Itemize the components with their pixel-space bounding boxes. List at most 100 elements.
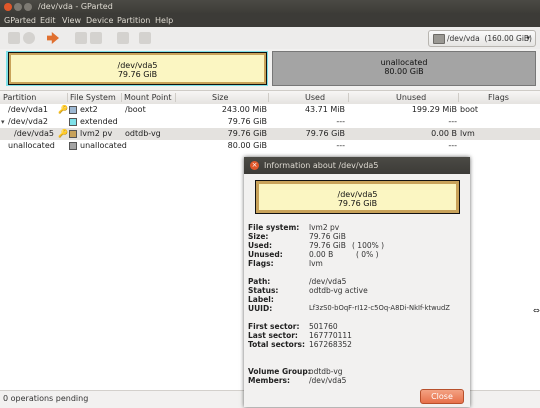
value-last-sector: 167770111 (309, 331, 352, 340)
label-first-sector: First sector: (248, 322, 300, 331)
col-filesystem[interactable]: File System (70, 91, 116, 104)
cell-used: --- (336, 141, 345, 150)
window-minimize-icon[interactable] (14, 3, 22, 11)
cell-partition: /dev/vda2 (8, 117, 48, 126)
undo-icon[interactable] (117, 32, 129, 44)
label-unused: Unused: (248, 250, 283, 259)
dialog-partition-name: /dev/vda5 (337, 190, 378, 199)
cell-size: 79.76 GiB (227, 129, 267, 138)
diskmap-partition-name: /dev/vda5 (117, 61, 158, 70)
window-maximize-icon[interactable] (24, 3, 32, 11)
cell-unused: 199.29 MiB (411, 105, 457, 114)
col-mountpoint[interactable]: Mount Point (124, 91, 171, 104)
cell-size: 80.00 GiB (227, 141, 267, 150)
fs-color-swatch (69, 118, 77, 126)
diskmap-unallocated-size: 80.00 GiB (384, 67, 424, 76)
device-name: /dev/vda (447, 34, 480, 43)
value-members: /dev/vda5 (309, 376, 347, 385)
cell-filesystem: extended (80, 117, 118, 126)
cell-filesystem: lvm2 pv (80, 129, 113, 138)
new-icon[interactable] (8, 32, 20, 44)
diskmap-unallocated[interactable]: unallocated 80.00 GiB (272, 51, 536, 86)
cell-used: 43.71 MiB (304, 105, 345, 114)
value-status: odtdb-vg active (309, 286, 368, 295)
value-volume-group: odtdb-vg (309, 367, 343, 376)
cell-used: --- (336, 117, 345, 126)
dialog-titlebar: × Information about /dev/vda5 (244, 157, 470, 174)
value-used: 79.76 GiB (309, 241, 346, 250)
table-row[interactable]: unallocated unallocated 80.00 GiB --- --… (0, 140, 540, 152)
col-partition[interactable]: Partition (3, 91, 36, 104)
cell-unused: --- (448, 117, 457, 126)
value-unused: 0.00 B (309, 250, 334, 259)
cell-flags: lvm (460, 129, 475, 138)
chevron-down-icon: ▾ (526, 34, 530, 42)
label-last-sector: Last sector: (248, 331, 298, 340)
table-row-selected[interactable]: /dev/vda5 🔑 lvm2 pv odtdb-vg 79.76 GiB 7… (0, 128, 540, 140)
menu-gparted[interactable]: GParted (4, 14, 36, 27)
table-row[interactable]: ▾ /dev/vda2 extended 79.76 GiB --- --- (0, 116, 540, 128)
value-total-sectors: 167268352 (309, 340, 352, 349)
cell-mountpoint: /boot (125, 105, 146, 114)
menu-help[interactable]: Help (155, 14, 173, 27)
fs-color-swatch (69, 106, 77, 114)
dialog-close-icon[interactable]: × (250, 161, 259, 170)
value-size: 79.76 GiB (309, 232, 346, 241)
menubar: GParted Edit View Device Partition Help (0, 14, 540, 27)
dialog-title: Information about /dev/vda5 (264, 161, 379, 170)
device-selector[interactable]: /dev/vda (160.00 GiB) ▾ (428, 30, 536, 47)
dialog-partition-graphic: /dev/vda5 79.76 GiB (255, 180, 460, 214)
fs-color-swatch (69, 142, 77, 150)
value-first-sector: 501760 (309, 322, 338, 331)
menu-view[interactable]: View (62, 14, 81, 27)
dialog-partition-size: 79.76 GiB (337, 199, 378, 208)
cell-filesystem: ext2 (80, 105, 98, 114)
label-path: Path: (248, 277, 271, 286)
label-status: Status: (248, 286, 279, 295)
col-size[interactable]: Size (212, 91, 228, 104)
expander-icon[interactable]: ▾ (1, 116, 5, 128)
fs-color-swatch (69, 130, 77, 138)
diskmap-partition-vda5[interactable]: /dev/vda5 79.76 GiB (8, 52, 267, 85)
diskmap-partition-size: 79.76 GiB (117, 70, 158, 79)
diskmap-unallocated-name: unallocated (380, 58, 428, 67)
menu-partition[interactable]: Partition (117, 14, 150, 27)
value-used-pct: ( 100% ) (352, 241, 385, 250)
info-dialog: × Information about /dev/vda5 /dev/vda5 … (244, 157, 470, 407)
value-filesystem: lvm2 pv (309, 223, 340, 232)
copy-icon[interactable] (75, 32, 87, 44)
col-used[interactable]: Used (305, 91, 325, 104)
table-row[interactable]: /dev/vda1 🔑 ext2 /boot 243.00 MiB 43.71 … (0, 104, 540, 116)
paste-icon[interactable] (90, 32, 102, 44)
apply-icon[interactable] (47, 32, 59, 44)
close-button[interactable]: Close (420, 389, 464, 404)
label-label: Label: (248, 295, 274, 304)
cell-used: 79.76 GiB (305, 129, 345, 138)
status-text: 0 operations pending (3, 394, 89, 403)
menu-edit[interactable]: Edit (40, 14, 56, 27)
label-members: Members: (248, 376, 290, 385)
window-close-icon[interactable] (4, 3, 12, 11)
menu-device[interactable]: Device (86, 14, 113, 27)
label-size: Size: (248, 232, 269, 241)
col-flags[interactable]: Flags (488, 91, 509, 104)
col-unused[interactable]: Unused (396, 91, 426, 104)
cell-partition: /dev/vda1 (8, 105, 48, 114)
cell-partition: /dev/vda5 (14, 129, 54, 138)
resize-cursor-icon: ⇔ (533, 306, 540, 315)
label-uuid: UUID: (248, 304, 273, 313)
resize-icon[interactable] (139, 32, 151, 44)
value-unused-pct: ( 0% ) (356, 250, 379, 259)
value-flags: lvm (309, 259, 323, 268)
key-icon: 🔑 (58, 129, 68, 138)
cell-unused: --- (448, 141, 457, 150)
partition-table-header: Partition File System Mount Point Size U… (0, 90, 540, 105)
value-uuid: Lf3zS0-bOqF-rI12-c5Oq-A8Di-NkIf-ktwudZ (309, 304, 450, 312)
cell-unused: 0.00 B (431, 129, 457, 138)
label-volume-group: Volume Group: (248, 367, 311, 376)
harddisk-icon (433, 34, 445, 44)
delete-icon[interactable] (23, 32, 35, 44)
label-total-sectors: Total sectors: (248, 340, 305, 349)
device-size: (160.00 GiB) (484, 34, 532, 43)
cell-flags: boot (460, 105, 479, 114)
